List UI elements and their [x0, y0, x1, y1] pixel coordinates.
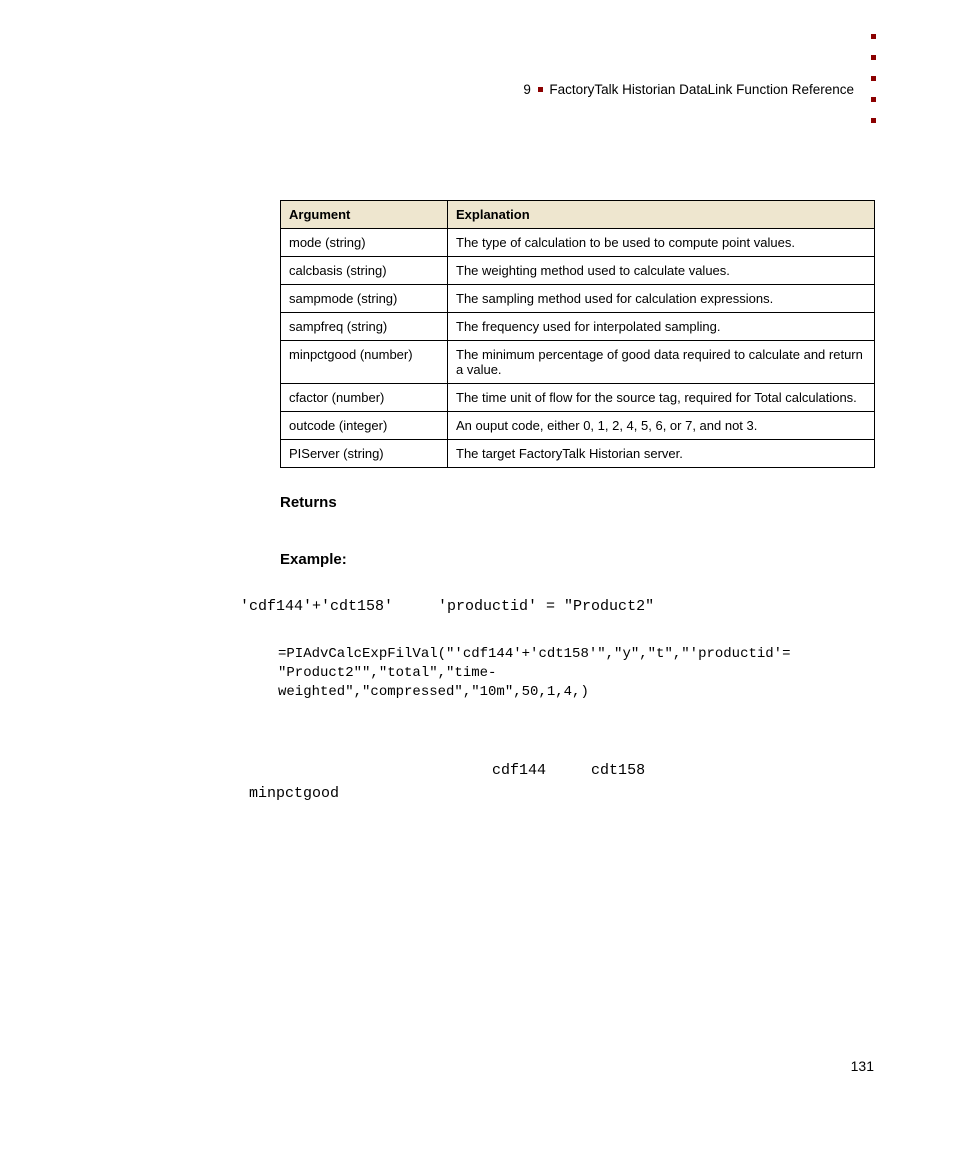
dot-icon [871, 76, 876, 81]
arg-desc: An ouput code, either 0, 1, 2, 4, 5, 6, … [448, 412, 875, 440]
chapter-title: FactoryTalk Historian DataLink Function … [549, 82, 854, 97]
arg-name: sampmode (string) [281, 285, 448, 313]
table-row: calcbasis (string) The weighting method … [281, 257, 875, 285]
document-page: 9 FactoryTalk Historian DataLink Functio… [0, 0, 954, 1164]
dot-icon [871, 97, 876, 102]
arg-desc: The target FactoryTalk Historian server. [448, 440, 875, 468]
example-code: =PIAdvCalcExpFilVal("'cdf144'+'cdt158'",… [278, 645, 874, 702]
table-row: minpctgood (number) The minimum percenta… [281, 341, 875, 384]
arg-name: calcbasis (string) [281, 257, 448, 285]
page-number: 131 [851, 1058, 874, 1074]
bullet-icon [538, 87, 543, 92]
arg-desc: The type of calculation to be used to co… [448, 229, 875, 257]
dot-icon [871, 118, 876, 123]
arg-desc: The frequency used for interpolated samp… [448, 313, 875, 341]
arg-name: cfactor (number) [281, 384, 448, 412]
arg-name: mode (string) [281, 229, 448, 257]
arg-name: minpctgood (number) [281, 341, 448, 384]
arguments-table: Argument Explanation mode (string) The t… [280, 200, 875, 468]
arg-name: outcode (integer) [281, 412, 448, 440]
arg-desc: The time unit of flow for the source tag… [448, 384, 875, 412]
chapter-number: 9 [523, 82, 531, 97]
trailing-text-1: cdf144 cdt158 [240, 762, 874, 779]
page-header: 9 FactoryTalk Historian DataLink Functio… [523, 82, 854, 97]
arg-desc: The sampling method used for calculation… [448, 285, 875, 313]
arg-name: PIServer (string) [281, 440, 448, 468]
example-expression: 'cdf144'+'cdt158' 'productid' = "Product… [240, 598, 874, 615]
table-row: cfactor (number) The time unit of flow f… [281, 384, 875, 412]
table-header-argument: Argument [281, 201, 448, 229]
arg-desc: The weighting method used to calculate v… [448, 257, 875, 285]
table-row: sampfreq (string) The frequency used for… [281, 313, 875, 341]
example-heading: Example: [280, 551, 874, 568]
table-row: sampmode (string) The sampling method us… [281, 285, 875, 313]
decorative-dots [871, 34, 876, 123]
table-row: mode (string) The type of calculation to… [281, 229, 875, 257]
arg-name: sampfreq (string) [281, 313, 448, 341]
arg-desc: The minimum percentage of good data requ… [448, 341, 875, 384]
returns-heading: Returns [280, 494, 874, 511]
trailing-text-2: minpctgood [240, 785, 874, 802]
table-row: outcode (integer) An ouput code, either … [281, 412, 875, 440]
dot-icon [871, 34, 876, 39]
dot-icon [871, 55, 876, 60]
table-header-explanation: Explanation [448, 201, 875, 229]
table-row: PIServer (string) The target FactoryTalk… [281, 440, 875, 468]
